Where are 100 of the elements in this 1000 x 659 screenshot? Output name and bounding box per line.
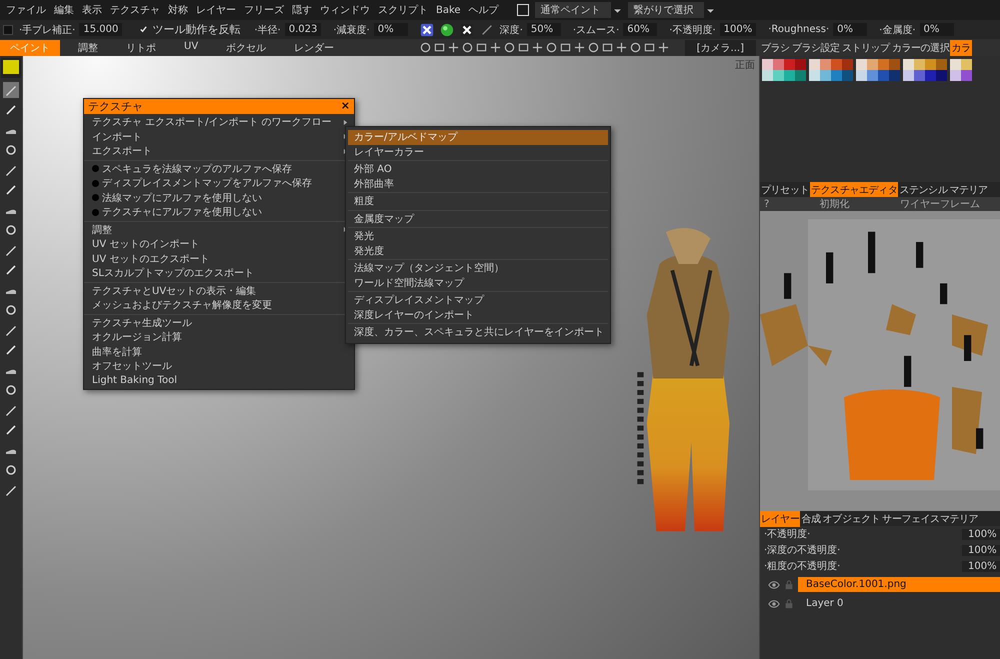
color-swatch[interactable] <box>809 59 820 70</box>
value-field[interactable]: 0% <box>374 23 408 36</box>
menu-item[interactable]: エクスポート <box>92 144 343 158</box>
toolbar-button[interactable]: ワイヤーフレーム <box>900 197 980 211</box>
color-swatch[interactable] <box>889 59 900 70</box>
menu-item[interactable]: 粗度 <box>348 194 608 208</box>
menu-item[interactable]: 対称 <box>164 3 192 17</box>
color-swatch[interactable] <box>795 59 806 70</box>
room-tab[interactable]: レンダー <box>284 40 344 56</box>
color-swatch[interactable] <box>773 59 784 70</box>
color-swatch[interactable] <box>903 59 914 70</box>
color-swatch[interactable] <box>842 59 853 70</box>
layer-item[interactable]: BaseColor.1001.png <box>798 577 1000 592</box>
menu-item[interactable]: 調整 <box>92 222 343 237</box>
color-swatch[interactable] <box>820 59 831 70</box>
panel-tab[interactable]: カラ <box>950 40 972 56</box>
value-field[interactable]: 15.000 <box>79 23 122 36</box>
value-field[interactable]: 100% <box>962 544 1000 556</box>
menu-item[interactable]: 表示 <box>78 3 106 17</box>
menu-item[interactable]: テクスチャ <box>106 3 164 17</box>
menu-item[interactable]: ディスプレイスメントマップをアルファへ保存 <box>102 176 348 190</box>
menu-item[interactable]: オクルージョン計算 <box>92 330 348 344</box>
menu-item[interactable]: テクスチャにアルファを使用しない <box>102 205 348 220</box>
menu-item[interactable]: スペキュラを法線マップのアルファへ保存 <box>102 162 348 176</box>
color-swatch[interactable] <box>936 70 947 81</box>
menu-item[interactable]: 隠す <box>288 3 316 17</box>
color-swatch[interactable] <box>856 70 867 81</box>
color-swatch[interactable] <box>842 70 853 81</box>
value-field[interactable]: 60% <box>623 23 658 36</box>
value-field[interactable]: 0.023 <box>284 23 322 36</box>
panel-tab[interactable]: プリセット <box>760 182 810 198</box>
dropdown[interactable]: 繋がりで選択 <box>628 2 704 18</box>
color-swatch[interactable] <box>961 59 972 70</box>
room-tab[interactable]: リトポ <box>116 40 166 56</box>
color-swatch[interactable] <box>925 59 936 70</box>
color-swatch[interactable] <box>903 70 914 81</box>
color-swatch[interactable] <box>820 70 831 81</box>
color-swatch[interactable] <box>878 59 889 70</box>
room-tab[interactable]: UV <box>174 40 208 56</box>
color-swatch[interactable] <box>936 59 947 70</box>
color-swatch[interactable] <box>809 70 820 81</box>
panel-tab[interactable]: レイヤー <box>760 510 800 526</box>
panel-tab[interactable]: サーフェイスマテリア <box>881 510 980 526</box>
menu-item[interactable]: 法線マップ（タンジェント空間） <box>348 261 608 276</box>
panel-tab[interactable]: ブラシ設定 <box>790 40 841 56</box>
menu-item[interactable]: Bake <box>432 4 465 16</box>
menu-item[interactable]: 法線マップにアルファを使用しない <box>102 190 348 205</box>
color-swatch[interactable] <box>784 70 795 81</box>
value-field[interactable]: 50% <box>526 23 561 36</box>
checkbox[interactable] <box>138 24 148 34</box>
panel-tab[interactable]: ブラシ <box>760 40 791 56</box>
color-swatch[interactable] <box>831 59 842 70</box>
menu-item[interactable]: UV セットのエクスポート <box>92 252 348 266</box>
menu-item[interactable]: スクリプト <box>374 3 432 17</box>
color-swatch[interactable] <box>784 59 795 70</box>
color-swatch[interactable] <box>925 70 936 81</box>
sphere-icon[interactable] <box>440 22 454 36</box>
color-swatch[interactable] <box>889 70 900 81</box>
panel-tab[interactable]: カラーの選択 <box>890 40 950 56</box>
toolbar-button[interactable]: 初期化 <box>820 197 850 211</box>
panel-tab[interactable]: ステンシル <box>898 182 948 198</box>
menu-item[interactable]: レイヤー <box>192 3 240 17</box>
panel-tab[interactable]: ストリップ <box>840 40 891 56</box>
menu-item[interactable]: 金属度マップ <box>348 212 608 226</box>
menu-item[interactable]: 外部曲率 <box>348 176 608 191</box>
color-swatch[interactable] <box>867 70 878 81</box>
camera-dropdown[interactable]: [カメラ...] <box>684 40 756 56</box>
menu-item[interactable]: オフセットツール <box>92 359 348 374</box>
menu-item[interactable]: SLスカルプトマップのエクスポート <box>92 266 348 280</box>
menu-item[interactable]: Light Baking Tool <box>92 375 348 386</box>
color-swatch[interactable] <box>856 59 867 70</box>
color-swatch[interactable] <box>914 59 925 70</box>
menu-item[interactable]: 発光 <box>348 229 608 244</box>
room-tab[interactable]: ボクセル <box>216 40 276 56</box>
color-swatch[interactable] <box>795 70 806 81</box>
menu-item[interactable]: ワールド空間法線マップ <box>348 276 608 290</box>
menu-item[interactable]: メッシュおよびテクスチャ解像度を変更 <box>92 298 348 312</box>
color-swatch[interactable] <box>867 59 878 70</box>
menu-item[interactable]: 発光度 <box>348 244 608 258</box>
menu-item[interactable]: 外部 AO <box>348 162 608 176</box>
color-swatch[interactable] <box>831 70 842 81</box>
panel-tab[interactable]: 合成 <box>800 510 822 526</box>
menu-item[interactable]: テクスチャ生成ツール <box>92 316 348 330</box>
value-field[interactable]: 100% <box>720 23 756 36</box>
menu-item[interactable]: 深度レイヤーのインポート <box>348 308 608 322</box>
color-swatch[interactable] <box>950 59 961 70</box>
cross-icon[interactable] <box>420 22 434 36</box>
panel-tab[interactable]: テクスチャエディタ <box>810 182 898 198</box>
menu-item[interactable]: ディスプレイスメントマップ <box>348 293 608 308</box>
menu-item[interactable]: ウィンドウ <box>316 3 374 17</box>
value-field[interactable]: 0% <box>920 23 954 36</box>
menu-item[interactable]: インポート <box>92 130 343 144</box>
layer-item[interactable]: Layer 0 <box>798 596 1000 611</box>
color-swatch-icon[interactable] <box>1 58 21 78</box>
menu-item[interactable]: カラー/アルベドマップ <box>348 130 608 144</box>
color-swatch[interactable] <box>878 70 889 81</box>
panel-tab[interactable]: オブジェクト <box>822 510 882 526</box>
color-swatch[interactable] <box>914 70 925 81</box>
menu-item[interactable]: UV セットのインポート <box>92 237 348 252</box>
color-swatch[interactable] <box>950 70 961 81</box>
